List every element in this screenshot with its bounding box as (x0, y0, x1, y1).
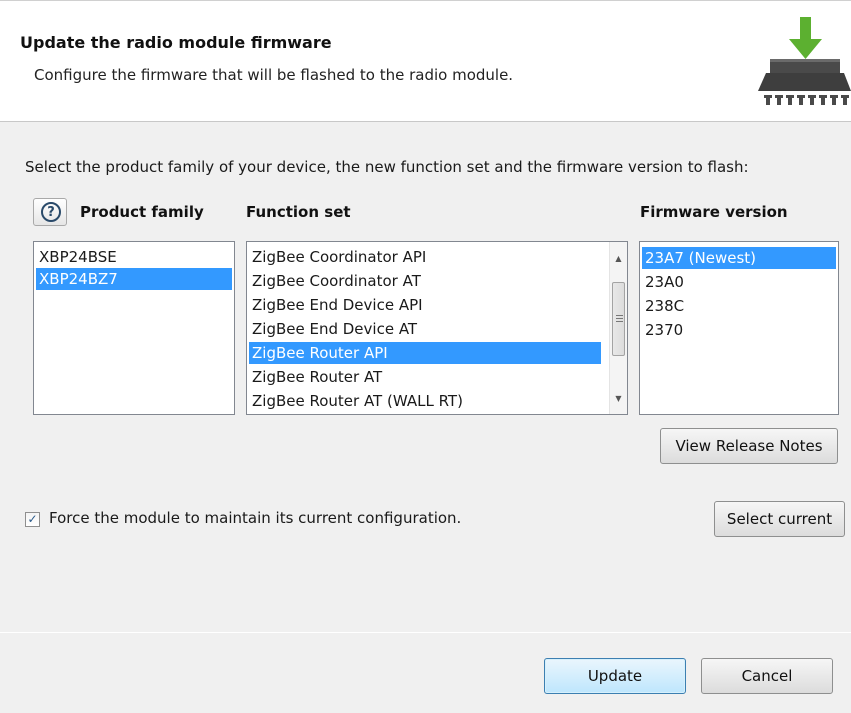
footer-divider (0, 632, 851, 633)
list-item[interactable]: ZigBee Coordinator API (249, 246, 605, 268)
scrollbar-thumb[interactable] (612, 282, 625, 356)
list-item[interactable]: XBP24BSE (36, 246, 232, 268)
force-config-label: Force the module to maintain its current… (49, 509, 462, 527)
list-item[interactable]: ZigBee End Device API (249, 294, 605, 316)
dialog-subtitle: Configure the firmware that will be flas… (34, 66, 514, 84)
list-item[interactable]: ZigBee Coordinator AT (249, 270, 605, 292)
force-config-checkbox[interactable]: ✓ (25, 512, 40, 527)
list-item[interactable]: XBP24BZ7 (36, 268, 232, 290)
product-family-list[interactable]: XBP24BSE XBP24BZ7 (33, 241, 235, 415)
dialog-title: Update the radio module firmware (20, 33, 332, 52)
list-item[interactable]: 238C (642, 295, 836, 317)
view-release-notes-button[interactable]: View Release Notes (660, 428, 838, 464)
firmware-version-label: Firmware version (640, 203, 788, 221)
update-button[interactable]: Update (544, 658, 686, 694)
list-item[interactable]: 2370 (642, 319, 836, 341)
scroll-down-arrow-icon[interactable]: ▼ (610, 390, 627, 407)
function-set-label: Function set (246, 203, 351, 221)
list-item[interactable]: 23A0 (642, 271, 836, 293)
dialog-header: Update the radio module firmware Configu… (0, 0, 851, 122)
list-item[interactable]: ZigBee Router API (249, 342, 601, 364)
list-item[interactable]: ZigBee Router AT (WALL RT) (249, 390, 605, 412)
list-item[interactable]: ZigBee End Device AT (249, 318, 605, 340)
firmware-version-list[interactable]: 23A7 (Newest) 23A0 238C 2370 (639, 241, 839, 415)
help-icon: ? (41, 202, 61, 222)
help-button[interactable]: ? (33, 198, 67, 226)
list-item[interactable]: 23A7 (Newest) (642, 247, 836, 269)
function-set-scrollbar[interactable]: ▲ ▼ (609, 242, 627, 414)
select-current-button[interactable]: Select current (714, 501, 845, 537)
instructions-text: Select the product family of your device… (25, 158, 749, 176)
function-set-list[interactable]: ZigBee Coordinator API ZigBee Coordinato… (246, 241, 628, 415)
firmware-chip-icon (756, 15, 851, 115)
list-item[interactable]: ZigBee Router AT (249, 366, 605, 388)
scroll-up-arrow-icon[interactable]: ▲ (610, 250, 627, 267)
product-family-label: Product family (80, 203, 204, 221)
cancel-button[interactable]: Cancel (701, 658, 833, 694)
